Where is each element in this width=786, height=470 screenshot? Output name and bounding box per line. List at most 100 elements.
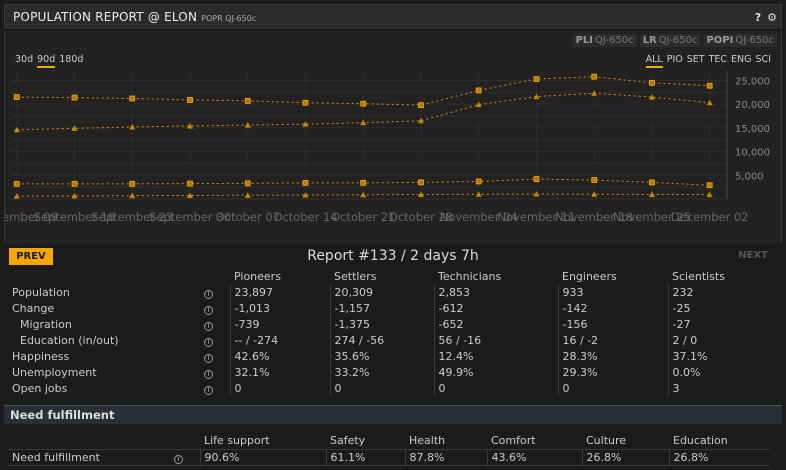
info-icon[interactable]: i bbox=[204, 289, 213, 299]
table-cell: 23,897 bbox=[229, 284, 330, 300]
info-icon[interactable]: i bbox=[204, 321, 213, 331]
data-point bbox=[360, 100, 367, 107]
table-row: Education (in/out) i -- / -274 274 / -56… bbox=[8, 332, 770, 348]
table-cell: -739 bbox=[229, 316, 330, 332]
filter-sci[interactable]: SCI bbox=[756, 54, 771, 68]
row-label: Unemployment bbox=[12, 365, 97, 379]
x-tick-label: October 21 bbox=[331, 210, 395, 224]
table-cell: 26.8% bbox=[668, 448, 769, 466]
table-cell: -1,375 bbox=[329, 316, 434, 332]
x-tick-label: October 07 bbox=[216, 210, 280, 224]
column-header: Comfort bbox=[491, 434, 536, 448]
table-cell: 0.0% bbox=[667, 364, 770, 380]
data-point bbox=[129, 95, 136, 102]
table-cell: 0 bbox=[329, 380, 434, 396]
filter-eng[interactable]: ENG bbox=[731, 54, 751, 68]
data-point bbox=[591, 177, 598, 183]
table-cell: 232 bbox=[667, 284, 770, 300]
table-cell: 37.1% bbox=[667, 348, 770, 364]
data-point bbox=[244, 192, 251, 198]
data-point bbox=[706, 182, 713, 189]
column-header: Life support bbox=[204, 434, 270, 448]
row-label: Open jobs bbox=[12, 381, 68, 395]
y-tick-label: 20,000 bbox=[735, 100, 770, 111]
table-cell: -1,013 bbox=[229, 300, 330, 316]
table-cell: -156 bbox=[557, 316, 668, 332]
filter-tec[interactable]: TEC bbox=[709, 54, 727, 68]
column-header: Technicians bbox=[438, 269, 502, 283]
column-header: Health bbox=[409, 434, 446, 448]
table-row: Unemployment i 32.1% 33.2% 49.9% 29.3% 0… bbox=[8, 364, 770, 380]
info-icon[interactable]: i bbox=[204, 353, 213, 363]
table-cell: 26.8% bbox=[581, 448, 669, 466]
info-icon[interactable]: i bbox=[204, 305, 213, 315]
help-icon[interactable]: ? bbox=[755, 11, 761, 24]
filter-all[interactable]: ALL bbox=[645, 54, 663, 68]
row-label: Population bbox=[12, 285, 70, 299]
column-header: Scientists bbox=[672, 269, 725, 283]
filter-set[interactable]: SET bbox=[687, 54, 705, 68]
table-cell: -1,157 bbox=[329, 300, 434, 316]
data-point bbox=[13, 180, 20, 187]
table-cell: 0 bbox=[557, 380, 668, 396]
table-cell: 2 / 0 bbox=[667, 332, 770, 348]
column-header: Culture bbox=[586, 434, 627, 448]
info-icon[interactable]: i bbox=[204, 385, 213, 395]
table-row: Migration i -739 -1,375 -652 -156 -27 bbox=[8, 316, 770, 332]
settings-icon[interactable]: ⚙ bbox=[767, 11, 777, 24]
data-point bbox=[129, 180, 136, 187]
y-tick-label: 5,000 bbox=[735, 171, 764, 182]
table-row: Change i -1,013 -1,157 -612 -142 -25 bbox=[8, 300, 770, 316]
data-point bbox=[591, 90, 598, 96]
table-cell: 43.6% bbox=[486, 448, 582, 466]
data-point bbox=[533, 93, 540, 100]
population-chart[interactable]: 25,00020,00015,00010,0005,000September 0… bbox=[5, 69, 783, 241]
tag-pli[interactable]: PLI QJ-650c bbox=[572, 34, 637, 47]
next-button[interactable]: NEXT bbox=[738, 250, 768, 261]
data-point bbox=[649, 79, 655, 86]
chart-pane: PLI QJ-650c LR QJ-650c POPI QJ-650c 30d 90d… bbox=[4, 31, 782, 243]
data-point bbox=[418, 179, 424, 186]
filter-pio[interactable]: PIO bbox=[667, 54, 683, 68]
data-point bbox=[244, 97, 251, 104]
column-header: Safety bbox=[330, 434, 366, 448]
data-point bbox=[302, 99, 309, 106]
data-point bbox=[360, 179, 367, 186]
table-cell: 33.2% bbox=[329, 364, 434, 380]
need-fulfillment-table: Life support Safety Health Comfort Cultu… bbox=[8, 433, 769, 466]
data-point bbox=[475, 87, 482, 94]
table-cell: -612 bbox=[433, 300, 558, 316]
table-cell: 274 / -56 bbox=[329, 332, 434, 348]
report-title: Report #133 / 2 days 7h bbox=[307, 248, 479, 264]
data-point bbox=[533, 76, 540, 82]
info-icon[interactable]: i bbox=[204, 369, 213, 379]
range-30d[interactable]: 30d bbox=[15, 54, 33, 68]
table-cell: 3 bbox=[667, 380, 770, 396]
table-cell: 42.6% bbox=[229, 348, 330, 364]
data-point bbox=[418, 102, 424, 109]
table-cell: 2,853 bbox=[433, 284, 558, 300]
tag-popi[interactable]: POPI QJ-650c bbox=[703, 34, 777, 47]
data-point bbox=[302, 179, 309, 186]
data-point bbox=[360, 119, 367, 126]
table-cell: -652 bbox=[433, 316, 558, 332]
column-header: Education bbox=[673, 434, 728, 448]
info-icon[interactable]: i bbox=[174, 454, 183, 464]
data-point bbox=[13, 193, 20, 199]
tag-lr[interactable]: LR QJ-650c bbox=[639, 34, 701, 47]
range-180d[interactable]: 180d bbox=[59, 54, 83, 68]
data-point bbox=[706, 99, 713, 106]
table-cell: 56 / -16 bbox=[433, 332, 558, 348]
table-cell: 20,309 bbox=[329, 284, 434, 300]
data-point bbox=[244, 180, 251, 187]
data-point bbox=[360, 191, 367, 198]
row-label: Migration bbox=[20, 317, 72, 331]
window-titlebar: POPULATION REPORT @ ELON POPR QJ-650c ? … bbox=[4, 4, 782, 30]
data-point bbox=[475, 191, 482, 197]
range-90d[interactable]: 90d bbox=[37, 54, 56, 68]
data-point bbox=[648, 191, 655, 197]
y-tick-label: 25,000 bbox=[735, 76, 770, 87]
table-cell: -- / -274 bbox=[229, 332, 330, 348]
info-icon[interactable]: i bbox=[204, 337, 213, 347]
table-cell: 49.9% bbox=[433, 364, 558, 380]
